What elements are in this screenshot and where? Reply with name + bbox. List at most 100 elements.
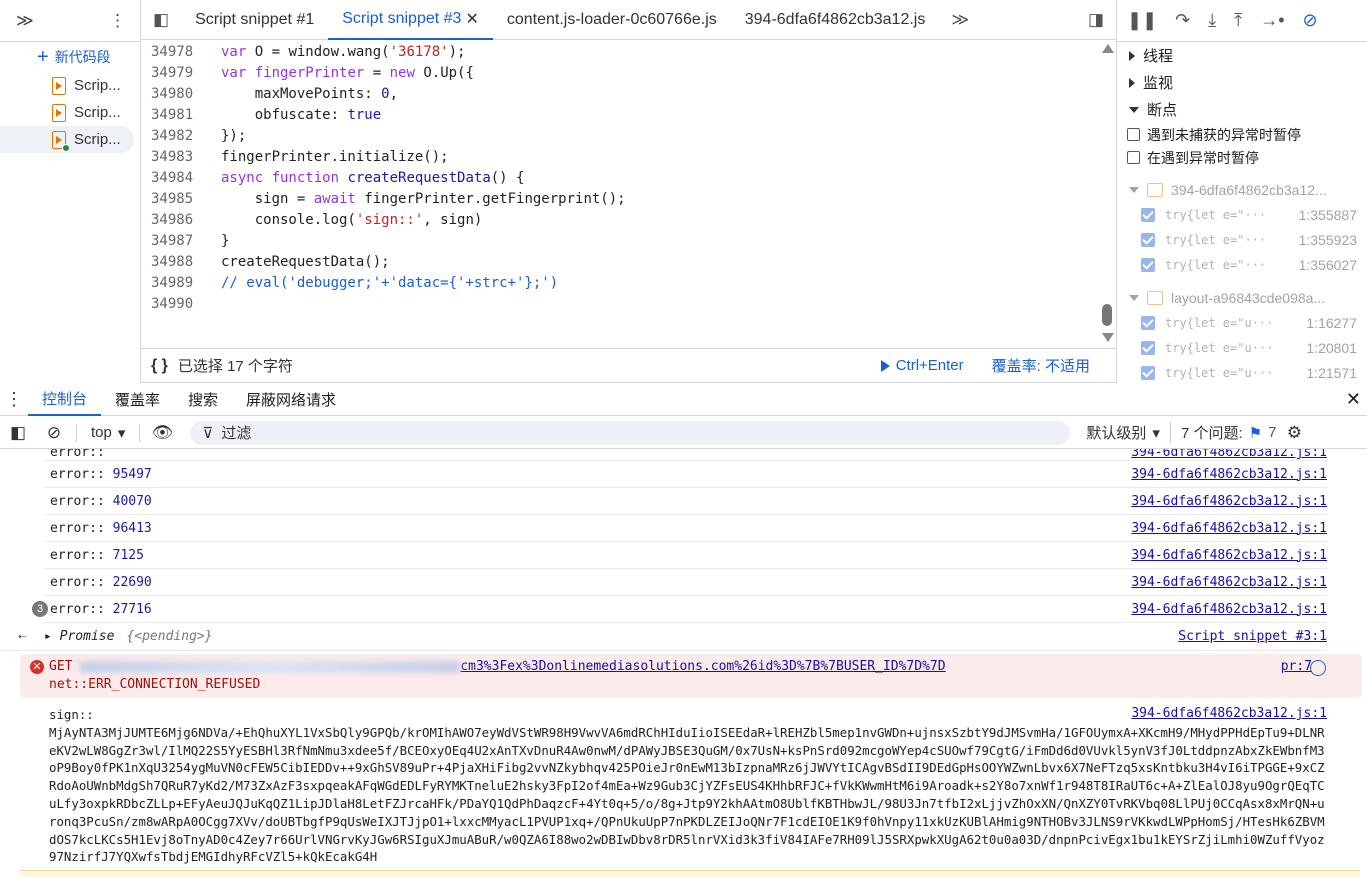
code-line[interactable]: 34984 async function createRequestData() … <box>141 168 1101 189</box>
filter-input[interactable]: ⊽ 过滤 <box>190 420 1071 445</box>
code-line[interactable]: 34982}); <box>141 126 1101 147</box>
line-number[interactable]: 34978 <box>141 42 201 63</box>
source-link[interactable]: pr:7 <box>1281 658 1312 676</box>
scroll-down-icon[interactable] <box>1102 333 1114 342</box>
close-drawer-icon[interactable]: ✕ <box>1346 389 1367 410</box>
new-snippet-button[interactable]: + 新代码段 <box>0 42 140 72</box>
breakpoint-item[interactable]: try{let e="··· 1:355923 <box>1117 227 1367 252</box>
code-lines[interactable]: 34978 var O = window.wang('36178'); 34979 v… <box>141 42 1101 342</box>
source-link[interactable]: 394-6dfa6f4862cb3a12.js:1 <box>1131 602 1327 617</box>
breakpoint-checkbox[interactable] <box>1141 207 1155 222</box>
breakpoint-checkbox[interactable] <box>1141 365 1155 380</box>
code-line[interactable]: 34986 console.log('sign::', sign) <box>141 210 1101 231</box>
toggle-debugger-icon[interactable]: ◨ <box>1088 10 1116 30</box>
line-number[interactable]: 34987 <box>141 231 201 252</box>
breakpoint-item[interactable]: try{let e="u··· 1:16277 <box>1117 310 1367 335</box>
run-snippet-button[interactable]: Ctrl+Enter <box>880 357 964 374</box>
line-number[interactable]: 34988 <box>141 252 201 273</box>
snippet-item-selected[interactable]: Scrip... <box>0 126 134 153</box>
code-line[interactable]: 34978 var O = window.wang('36178'); <box>141 42 1101 63</box>
line-number[interactable]: 34982 <box>141 126 201 147</box>
pause-caught-checkbox[interactable]: 在遇到异常时暂停 <box>1117 146 1367 169</box>
breakpoint-item[interactable]: try{let e="··· 1:356027 <box>1117 252 1367 277</box>
line-number[interactable]: 34989 <box>141 273 201 294</box>
expand-icon[interactable]: ≫ <box>16 11 34 31</box>
scroll-thumb[interactable] <box>1102 304 1112 326</box>
line-number[interactable]: 34986 <box>141 210 201 231</box>
breakpoint-file[interactable]: layout-a96843cde098a... <box>1117 285 1367 310</box>
snippet-item[interactable]: Scrip... <box>0 99 140 126</box>
line-number[interactable]: 34983 <box>141 147 201 168</box>
coverage-link[interactable]: 覆盖率: 不适用 <box>964 355 1116 376</box>
snippet-item[interactable]: Scrip... <box>0 72 140 99</box>
log-level-dropdown[interactable]: 默认级别 ▾ <box>1070 422 1170 443</box>
source-link[interactable]: 394-6dfa6f4862cb3a12.js:1 <box>1131 521 1327 536</box>
watch-section[interactable]: 监视 <box>1117 69 1367 96</box>
clear-console-icon[interactable]: ⊘ <box>36 423 72 443</box>
request-url[interactable]: cm3%3Fex%3Donlinemediasolutions.com%26id… <box>460 659 945 674</box>
line-number[interactable]: 34984 <box>141 168 201 189</box>
pause-icon[interactable]: ❚❚ <box>1127 10 1157 31</box>
source-link[interactable]: 394-6dfa6f4862cb3a12.js:1 <box>1131 494 1327 509</box>
source-link[interactable]: 394-6dfa6f4862cb3a12.js:1 <box>1131 705 1327 723</box>
breakpoint-item[interactable]: try{let e="u··· 1:20801 <box>1117 335 1367 360</box>
promise-result-row[interactable]: ⇠ ▸ Promise {<pending>} Script snippet #… <box>0 623 1327 651</box>
issues-button[interactable]: 7 个问题: ⚑ 7 <box>1169 422 1276 443</box>
live-expression-eye-icon[interactable]: 👁 <box>144 423 180 443</box>
more-tabs-icon[interactable]: ≫ <box>939 10 981 30</box>
editor-scrollbar[interactable] <box>1100 42 1114 342</box>
breakpoint-checkbox[interactable] <box>1141 340 1155 355</box>
code-line[interactable]: 34989 // eval('debugger;'+'datac={'+strc+… <box>141 273 1101 294</box>
step-into-icon[interactable]: ⤓ <box>1208 10 1216 31</box>
source-link[interactable]: 394-6dfa6f4862cb3a12.js:1 <box>1131 467 1327 482</box>
tab-search[interactable]: 搜索 <box>174 383 232 416</box>
toggle-navigator-icon[interactable]: ◧ <box>141 10 181 30</box>
context-selector[interactable]: top ▾ <box>81 424 135 442</box>
sidebar-toggle-icon[interactable]: ◧ <box>0 423 36 443</box>
tab-394-js[interactable]: 394-6dfa6f4862cb3a12.js <box>731 0 940 40</box>
code-line[interactable]: 34985 sign = await fingerPrinter.getFing… <box>141 189 1101 210</box>
step-over-icon[interactable]: ↷ <box>1175 10 1190 31</box>
pause-uncaught-checkbox[interactable]: 遇到未捕获的异常时暂停 <box>1117 123 1367 146</box>
drawer-menu-icon[interactable]: ⋮ <box>0 389 28 410</box>
source-link[interactable]: 394-6dfa6f4862cb3a12.js:1 <box>1131 548 1327 563</box>
scroll-up-icon[interactable] <box>1102 44 1114 53</box>
code-line[interactable]: 34981 obfuscate: true <box>141 105 1101 126</box>
tab-console[interactable]: 控制台 <box>28 383 102 416</box>
tab-script-snippet-3[interactable]: Script snippet #3 ✕ <box>328 0 493 40</box>
code-line[interactable]: 34988 createRequestData(); <box>141 252 1101 273</box>
code-line[interactable]: 34987} <box>141 231 1101 252</box>
source-link[interactable]: Script snippet #3:1 <box>1178 629 1327 644</box>
tab-coverage[interactable]: 覆盖率 <box>101 383 174 416</box>
settings-gear-icon[interactable]: ⚙ <box>1276 423 1312 443</box>
step-icon[interactable]: →• <box>1260 10 1284 31</box>
pretty-print-icon[interactable]: { } <box>141 357 178 375</box>
breakpoint-file[interactable]: 394-6dfa6f4862cb3a12... <box>1117 177 1367 202</box>
breakpoint-checkbox[interactable] <box>1141 257 1155 272</box>
tab-network-blocking[interactable]: 屏蔽网络请求 <box>232 383 350 416</box>
expand-icon[interactable]: ▸ <box>44 629 60 644</box>
breakpoint-checkbox[interactable] <box>1141 315 1155 330</box>
close-icon[interactable]: ✕ <box>465 9 478 29</box>
breakpoints-section[interactable]: 断点 <box>1117 96 1367 123</box>
code-line[interactable]: 34979 var fingerPrinter = new O.Up({ <box>141 63 1101 84</box>
line-number[interactable]: 34979 <box>141 63 201 84</box>
more-options-icon[interactable]: ⋮ <box>109 11 126 31</box>
breakpoint-item[interactable]: try{let e="··· 1:355887 <box>1117 202 1367 227</box>
tab-content-js-loader[interactable]: content.js-loader-0c60766e.js <box>493 0 731 40</box>
source-link[interactable]: 394-6dfa6f4862cb3a12.js:1 <box>1131 575 1327 590</box>
code-line[interactable]: 34980 maxMovePoints: 0, <box>141 84 1101 105</box>
line-number[interactable]: 34981 <box>141 105 201 126</box>
breakpoint-item[interactable]: try{let e="u··· 1:21571 <box>1117 360 1367 385</box>
network-request-icon[interactable] <box>1310 660 1326 676</box>
console-output[interactable]: error:: 394-6dfa6f4862cb3a12.js:1 error::… <box>0 449 1367 877</box>
code-line[interactable]: 34983 fingerPrinter.initialize(); <box>141 147 1101 168</box>
line-number[interactable]: 34980 <box>141 84 201 105</box>
step-out-icon[interactable]: ⤒ <box>1234 10 1242 31</box>
source-link[interactable]: 394-6dfa6f4862cb3a12.js:1 <box>1131 449 1327 460</box>
tab-script-snippet-1[interactable]: Script snippet #1 <box>181 0 328 40</box>
line-number[interactable]: 34985 <box>141 189 201 210</box>
code-line[interactable]: 34990 <box>141 294 1101 315</box>
deactivate-breakpoints-icon[interactable]: ⊘ <box>1303 10 1318 31</box>
breakpoint-checkbox[interactable] <box>1141 232 1155 247</box>
